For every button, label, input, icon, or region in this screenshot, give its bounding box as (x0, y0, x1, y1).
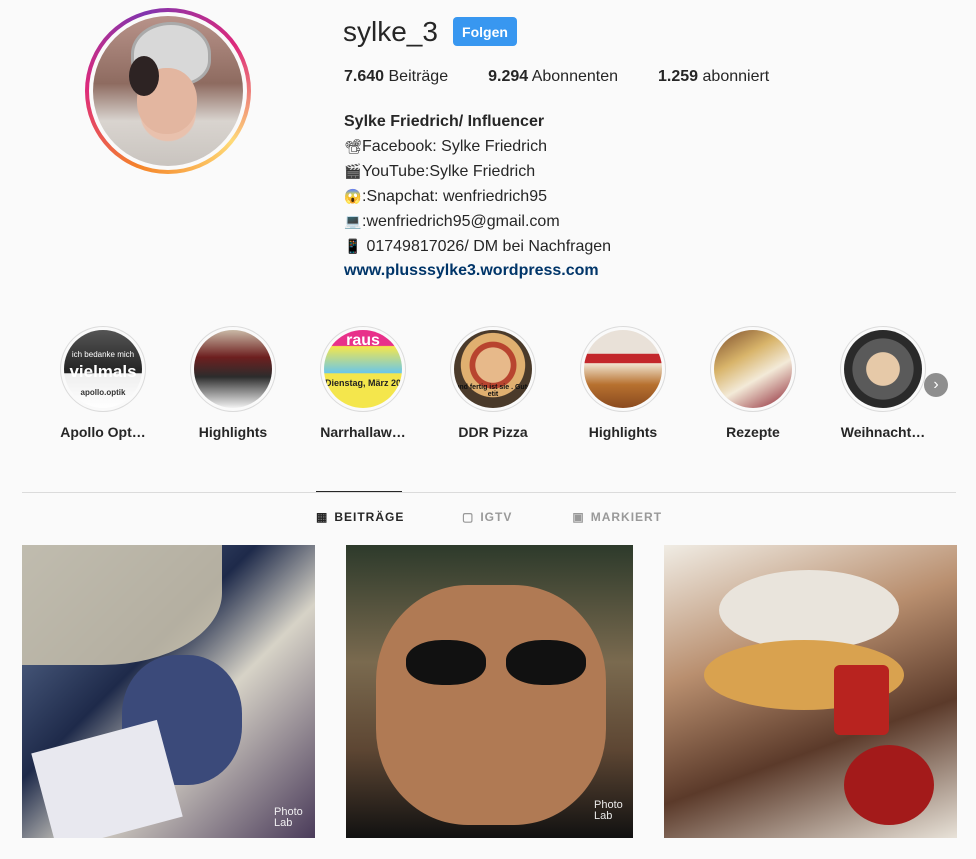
highlight-label: Narrhallaw… (320, 424, 406, 440)
post-face-shape (376, 585, 606, 825)
highlight-ring: ich bedanke mich vielmals apollo.optik (60, 326, 146, 412)
highlight-rezepte[interactable]: Rezepte (698, 326, 808, 440)
story-highlights: ich bedanke mich vielmals apollo.optik A… (60, 326, 950, 446)
bio-line-phone: 📱 01749817026/ DM bei Nachfragen (344, 234, 611, 259)
highlight-cover-caption: Dienstag, März 20 (324, 378, 402, 388)
tv-icon: ▢ (462, 510, 475, 524)
highlight-ring (710, 326, 796, 412)
post-thumbnail[interactable]: Photo Lab (22, 545, 315, 838)
post-watermark: Photo Lab (274, 806, 303, 829)
post-plate-top (719, 570, 899, 650)
bio-line-snapchat: 😱:Snapchat: wenfriedrich95 (344, 184, 611, 209)
profile-avatar-ring[interactable] (85, 8, 251, 174)
bio-line-email: 💻:wenfriedrich95@gmail.com (344, 209, 611, 234)
clapper-board-icon: 🎬 (344, 163, 362, 179)
chevron-right-icon[interactable]: › (924, 373, 948, 397)
highlight-label: Highlights (588, 424, 658, 440)
tab-tagged[interactable]: ▣ MARKIERT (572, 492, 662, 540)
grid-icon: ▦ (316, 510, 329, 524)
highlight-cover-caption: ich bedanke mich (71, 350, 135, 359)
highlight-cover-caption: apollo.optik (80, 388, 126, 397)
profile-stats: 7.640 Beiträge 9.294 Abonnenten 1.259 ab… (344, 68, 809, 86)
highlight-narrhalla[interactable]: raus Dienstag, März 20 Narrhallaw… (308, 326, 418, 440)
highlight-cover-text: vielmals (69, 362, 137, 381)
tab-igtv-label: IGTV (480, 510, 513, 524)
highlight-label: Apollo Opt… (60, 424, 146, 440)
stat-posts[interactable]: 7.640 Beiträge (344, 68, 448, 86)
profile-avatar-frame (89, 12, 247, 170)
highlight-highlights-2[interactable]: Highlights (568, 326, 678, 440)
profile-bio: Sylke Friedrich/ Influencer 📽Facebook: S… (344, 110, 611, 283)
highlight-label: DDR Pizza (458, 424, 528, 440)
highlight-label: Weihnacht… (840, 424, 926, 440)
bio-line-text: Facebook: Sylke Friedrich (362, 138, 547, 155)
bio-website-link[interactable]: www.plusssylke3.wordpress.com (344, 259, 611, 283)
highlight-cover (844, 330, 922, 408)
highlight-ring (580, 326, 666, 412)
highlight-weihnachten[interactable]: Weihnacht… (828, 326, 938, 440)
highlight-cover-text: raus (346, 332, 380, 349)
tab-igtv[interactable]: ▢ IGTV (462, 492, 512, 540)
profile-username: sylke_3 (343, 16, 438, 47)
bio-line-text: YouTube:Sylke Friedrich (362, 163, 536, 180)
highlight-highlights-1[interactable]: Highlights (178, 326, 288, 440)
post-sunglasses-left (406, 640, 486, 685)
highlight-cover: raus Dienstag, März 20 (324, 330, 402, 408)
stat-followers-label: Abonnenten (531, 68, 619, 85)
highlight-cover-caption: und fertig ist sie . Gute etit (455, 384, 531, 398)
film-projector-icon: 📽 (344, 138, 362, 154)
profile-tabs: ▦ BEITRÄGE ▢ IGTV ▣ MARKIERT (316, 491, 722, 540)
highlight-ring: und fertig ist sie . Gute etit (450, 326, 536, 412)
highlight-cover (714, 330, 792, 408)
highlight-cover: und fertig ist sie . Gute etit (454, 330, 532, 408)
scream-face-icon: 😱 (344, 188, 362, 204)
avatar-hair (129, 56, 159, 96)
post-watermark: Photo Lab (594, 799, 623, 822)
post-package-shape (31, 719, 183, 838)
highlight-label: Rezepte (726, 424, 780, 440)
tab-posts-label: BEITRÄGE (334, 510, 405, 524)
bio-line-youtube: 🎬YouTube:Sylke Friedrich (344, 159, 611, 184)
bio-line-text: :wenfriedrich95@gmail.com (362, 213, 560, 230)
post-thumbnail[interactable] (664, 545, 957, 838)
stat-following-label: abonniert (702, 68, 770, 85)
post-thumbnail[interactable]: Photo Lab (346, 545, 633, 838)
stat-posts-count: 7.640 (344, 68, 385, 85)
stat-posts-label: Beiträge (388, 68, 449, 85)
highlight-label: Highlights (198, 424, 268, 440)
highlight-ring (190, 326, 276, 412)
bio-line-facebook: 📽Facebook: Sylke Friedrich (344, 134, 611, 159)
bio-line-text: :Snapchat: wenfriedrich95 (362, 188, 547, 205)
bio-name: Sylke Friedrich/ Influencer (344, 113, 545, 130)
post-jar (834, 665, 889, 735)
mobile-phone-icon: 📱 (344, 238, 362, 254)
stat-followers-count: 9.294 (488, 68, 529, 85)
stat-following[interactable]: 1.259 abonniert (658, 68, 769, 86)
post-bowl (844, 745, 934, 825)
post-sunglasses-right (506, 640, 586, 685)
highlight-cover (194, 330, 272, 408)
stat-followers[interactable]: 9.294 Abonnenten (488, 68, 618, 86)
highlight-apollo[interactable]: ich bedanke mich vielmals apollo.optik A… (48, 326, 158, 440)
tag-person-icon: ▣ (572, 510, 585, 524)
bio-line-text: 01749817026/ DM bei Nachfragen (362, 238, 612, 255)
follow-button[interactable]: Folgen (453, 17, 517, 46)
tab-tagged-label: MARKIERT (590, 510, 663, 524)
highlight-ring: raus Dienstag, März 20 (320, 326, 406, 412)
highlight-ring (840, 326, 926, 412)
laptop-icon: 💻 (344, 213, 362, 229)
highlight-cover: ich bedanke mich vielmals apollo.optik (64, 330, 142, 408)
highlight-cover (584, 330, 662, 408)
tab-posts[interactable]: ▦ BEITRÄGE (316, 491, 405, 540)
profile-avatar (93, 16, 243, 166)
stat-following-count: 1.259 (658, 68, 699, 85)
highlight-ddr-pizza[interactable]: und fertig ist sie . Gute etit DDR Pizza (438, 326, 548, 440)
post-hat-shape (22, 545, 222, 665)
